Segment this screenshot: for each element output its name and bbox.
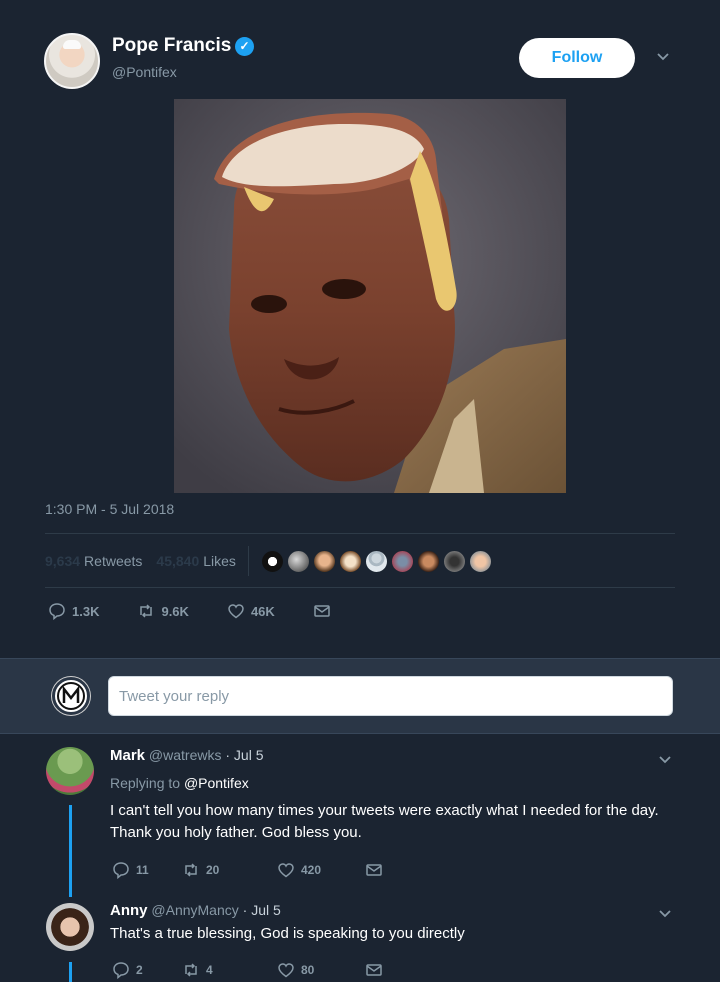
like-count: 80	[301, 963, 315, 977]
author-handle[interactable]: @Pontifex	[112, 64, 177, 80]
chevron-down-icon[interactable]	[656, 50, 670, 64]
reply-date[interactable]: · Jul 5	[243, 902, 281, 918]
replying-to: Replying to @Pontifex	[110, 775, 249, 791]
heart-icon	[278, 963, 294, 978]
like-action[interactable]: 420	[277, 861, 365, 879]
retweet-action[interactable]: 4	[182, 961, 277, 979]
reply-input[interactable]	[108, 676, 673, 716]
heart-icon	[278, 863, 294, 878]
reply-compose-bar	[0, 658, 720, 734]
likes-label[interactable]: Likes	[203, 553, 236, 569]
tweet-actions: 1.3K 9.6K 46K	[48, 602, 369, 620]
m-logo-icon	[57, 682, 85, 710]
envelope-icon	[366, 864, 382, 876]
retweet-action[interactable]: 20	[182, 861, 277, 879]
liker-avatar[interactable]	[468, 549, 492, 573]
reply-action[interactable]: 2	[112, 961, 182, 979]
liker-avatar[interactable]	[416, 549, 440, 573]
message-action[interactable]	[313, 602, 331, 620]
like-count: 420	[301, 863, 322, 877]
envelope-icon	[366, 964, 382, 976]
thread-line	[69, 962, 72, 982]
current-user-avatar[interactable]	[52, 677, 90, 715]
liker-avatar[interactable]	[442, 549, 466, 573]
reply-author-avatar[interactable]	[46, 747, 94, 795]
replying-prefix: Replying to	[110, 775, 181, 791]
reply-actions: 11 20 420	[112, 861, 383, 879]
author-display-name[interactable]: Pope Francis	[112, 35, 231, 57]
verified-check-icon: ✓	[235, 37, 254, 56]
message-action[interactable]	[365, 861, 383, 879]
replies-list: Mark @watrewks · Jul 5 Replying to @Pont…	[0, 735, 720, 982]
reply-text: That's a true blessing, God is speaking …	[110, 925, 465, 942]
likes-count[interactable]: 45,840	[156, 553, 199, 569]
retweet-icon	[185, 963, 197, 977]
reply-author-name[interactable]: Mark	[110, 747, 145, 764]
chevron-down-icon[interactable]	[658, 907, 672, 921]
message-action[interactable]	[365, 961, 383, 979]
reply-author-handle[interactable]: @watrewks	[149, 747, 222, 763]
retweet-icon	[140, 604, 153, 618]
retweets-label[interactable]: Retweets	[84, 553, 142, 569]
reply-action[interactable]: 11	[112, 861, 182, 879]
divider	[45, 533, 675, 534]
reply-count: 1.3K	[72, 603, 100, 619]
retweet-count: 4	[206, 963, 213, 977]
reply-author-name[interactable]: Anny	[110, 902, 148, 919]
heart-icon	[228, 604, 244, 619]
reply-author-avatar[interactable]	[46, 903, 94, 951]
reply-icon	[49, 603, 65, 620]
reply-text: I can't tell you how many times your twe…	[110, 802, 659, 841]
reply-icon	[113, 962, 129, 979]
reply-header: Mark @watrewks · Jul 5	[110, 747, 264, 764]
liker-avatar[interactable]	[312, 549, 336, 573]
reply-count: 11	[136, 863, 149, 877]
liker-avatar[interactable]	[338, 549, 362, 573]
liker-avatar[interactable]	[364, 549, 388, 573]
reply-actions: 2 4 80	[112, 961, 383, 979]
tweet-timestamp[interactable]: 1:30 PM - 5 Jul 2018	[45, 501, 174, 517]
retweet-icon	[185, 863, 197, 877]
replying-to-handle[interactable]: @Pontifex	[184, 775, 249, 791]
divider	[45, 587, 675, 588]
stats-separator	[247, 546, 249, 576]
author-avatar[interactable]	[44, 33, 100, 89]
thread-line	[69, 805, 72, 897]
like-action[interactable]: 46K	[227, 602, 275, 620]
reply-date[interactable]: · Jul 5	[225, 747, 263, 763]
like-action[interactable]: 80	[277, 961, 365, 979]
chevron-down-icon[interactable]	[658, 753, 672, 767]
envelope-icon	[314, 605, 330, 617]
retweet-count: 9.6K	[161, 603, 189, 619]
reply-header: Anny @AnnyMancy · Jul 5	[110, 902, 281, 919]
tweet-card: Pope Francis ✓ @Pontifex Follow 1:30 PM …	[0, 0, 720, 658]
reply-icon	[113, 862, 129, 879]
tweet-stats: 9,634 Retweets 45,840 Likes	[45, 546, 492, 576]
liker-avatar[interactable]	[390, 549, 414, 573]
like-count: 46K	[250, 603, 275, 619]
reply-count: 2	[136, 963, 143, 977]
follow-button[interactable]: Follow	[519, 38, 635, 78]
retweets-count[interactable]: 9,634	[45, 553, 80, 569]
liker-avatars	[260, 549, 492, 573]
liker-avatar[interactable]	[286, 549, 310, 573]
reply-author-handle[interactable]: @AnnyMancy	[151, 902, 238, 918]
reply-action[interactable]: 1.3K	[48, 602, 99, 620]
retweet-count: 20	[206, 863, 220, 877]
retweet-action[interactable]: 9.6K	[137, 602, 189, 620]
liker-avatar[interactable]	[260, 549, 284, 573]
tweet-photo[interactable]	[174, 99, 566, 493]
